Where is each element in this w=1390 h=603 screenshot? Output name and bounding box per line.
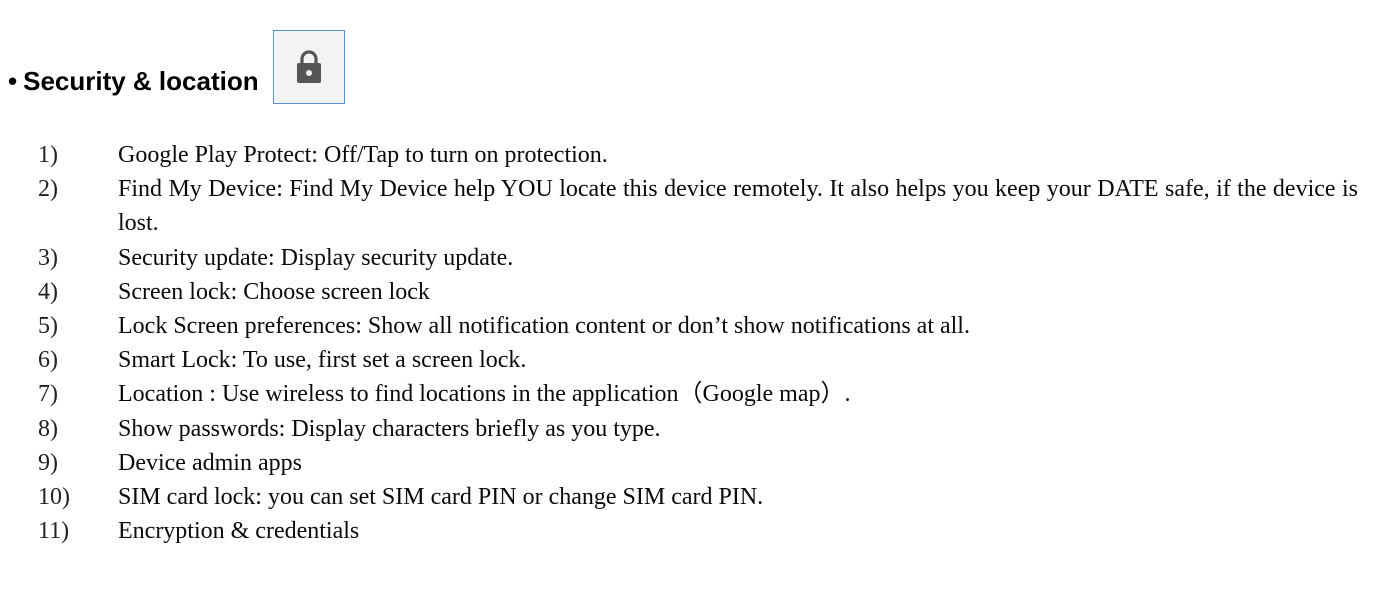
item-text: Device admin apps xyxy=(118,449,302,476)
list-item: 3) Security update: Display security upda… xyxy=(38,241,1358,275)
list-item: 11) Encryption & credentials xyxy=(38,514,1358,548)
item-number: 7) xyxy=(38,381,58,408)
item-number: 5) xyxy=(38,313,58,340)
list-item: 5) Lock Screen preferences: Show all noti… xyxy=(38,309,1358,343)
settings-list: 1) Google Play Protect: Off/Tap to turn o… xyxy=(38,138,1358,548)
item-number: 10) xyxy=(38,484,70,511)
lock-icon xyxy=(272,30,345,104)
list-item: 8) Show passwords: Display characters bri… xyxy=(38,412,1358,446)
item-number: 4) xyxy=(38,278,58,305)
item-text: Location : Use wireless to find location… xyxy=(118,381,851,408)
list-item: 9) Device admin apps xyxy=(38,446,1358,480)
item-number: 9) xyxy=(38,449,58,476)
item-number: 3) xyxy=(38,244,58,271)
item-text: Lock Screen preferences: Show all notifi… xyxy=(118,313,970,340)
item-number: 2) xyxy=(38,176,58,203)
item-text: Find My Device: Find My Device help YOU … xyxy=(118,176,1358,237)
item-text: Show passwords: Display characters brief… xyxy=(118,415,661,442)
item-text: Screen lock: Choose screen lock xyxy=(118,278,430,305)
item-text: Security update: Display security update… xyxy=(118,244,514,271)
list-item: 6) Smart Lock: To use, first set a screen… xyxy=(38,343,1358,377)
section-title: Security & location xyxy=(23,66,259,96)
list-item: 2) Find My Device: Find My Device help YO… xyxy=(38,172,1358,240)
section-heading: • Security & location xyxy=(8,12,345,110)
list-item: 1) Google Play Protect: Off/Tap to turn o… xyxy=(38,138,1358,172)
item-number: 8) xyxy=(38,415,58,442)
item-text: Encryption & credentials xyxy=(118,518,360,545)
item-number: 6) xyxy=(38,347,58,374)
section-title-line: • Security & location xyxy=(8,66,259,96)
lock-icon-glyph xyxy=(296,50,321,83)
item-number: 1) xyxy=(38,142,58,168)
item-text: Google Play Protect: Off/Tap to turn on … xyxy=(118,142,608,168)
item-number: 11) xyxy=(38,518,70,545)
item-text: Smart Lock: To use, first set a screen l… xyxy=(118,347,527,374)
bullet-icon: • xyxy=(8,66,18,96)
list-item: 7) Location : Use wireless to find locati… xyxy=(38,377,1358,411)
item-text: SIM card lock: you can set SIM card PIN … xyxy=(118,484,764,511)
list-item: 4) Screen lock: Choose screen lock xyxy=(38,275,1358,309)
list-item: 10) SIM card lock: you can set SIM card P… xyxy=(38,480,1358,514)
